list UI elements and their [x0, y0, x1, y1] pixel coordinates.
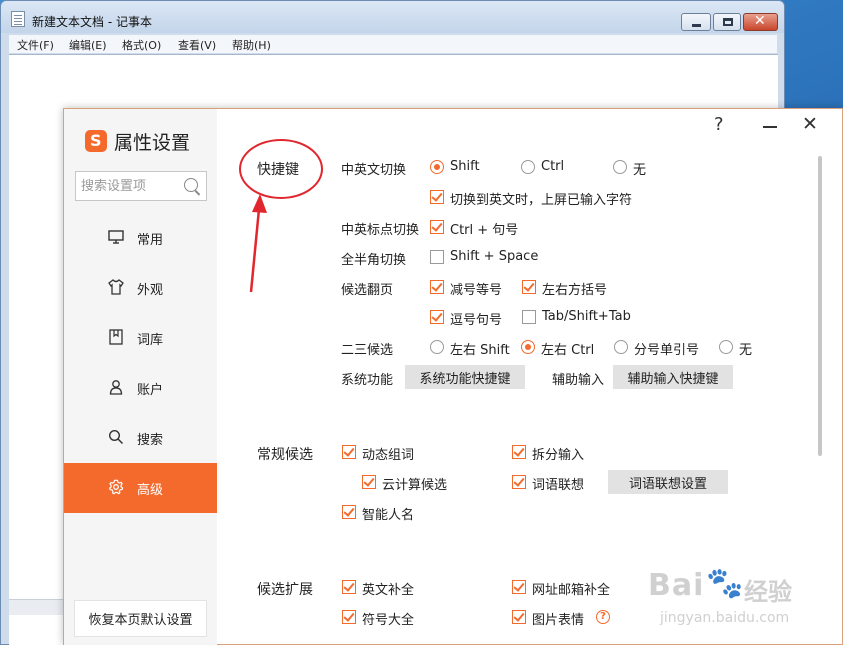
book-icon	[109, 329, 123, 345]
radio-selected-icon	[521, 340, 535, 354]
checkbox-checked-icon	[362, 475, 376, 489]
watermark-brand-suffix: 经验	[744, 578, 792, 606]
search-icon	[108, 429, 124, 445]
radio-icon	[719, 340, 733, 354]
sogou-logo-icon: S	[85, 130, 107, 152]
minimize-button[interactable]	[681, 13, 711, 31]
watermark-url: jingyan.baidu.com	[660, 610, 790, 626]
width-switch-label: 全半角切换	[341, 253, 407, 268]
system-func-shortcut-button[interactable]: 系统功能快捷键	[405, 365, 525, 389]
checkbox-checked-icon	[430, 220, 444, 234]
sidebar-item-account[interactable]: 账户	[64, 363, 217, 413]
settings-sidebar: S 属性设置 常用 外观 词库 账户 搜索 高级 恢复本	[64, 109, 217, 645]
second-third-label: 二三候选	[341, 343, 394, 358]
notepad-titlebar[interactable]: 新建文本文档 - 记事本 ✕	[1, 1, 784, 33]
radio-icon	[430, 340, 444, 354]
help-circle-icon[interactable]: ?	[596, 610, 610, 624]
section-title-general-candidates: 常规候选	[257, 447, 313, 463]
word-association-settings-button[interactable]: 词语联想设置	[608, 470, 728, 494]
menu-view[interactable]: 查看(V)	[178, 37, 216, 53]
checkbox-checked-icon	[512, 445, 526, 459]
radio-icon	[614, 340, 628, 354]
checkbox-checked-icon	[430, 280, 444, 294]
sidebar-item-label: 搜索	[137, 433, 164, 448]
sidebar-item-label: 高级	[137, 483, 164, 498]
menu-help[interactable]: 帮助(H)	[232, 37, 271, 53]
sidebar-item-search[interactable]: 搜索	[64, 413, 217, 463]
assist-input-shortcut-button[interactable]: 辅助输入快捷键	[613, 365, 733, 389]
search-icon[interactable]	[184, 178, 198, 192]
settings-dialog: S 属性设置 常用 外观 词库 账户 搜索 高级 恢复本	[63, 108, 843, 645]
assist-input-label: 辅助输入	[552, 373, 605, 388]
sidebar-item-common[interactable]: 常用	[64, 213, 217, 263]
sidebar-item-label: 词库	[137, 333, 164, 348]
sidebar-item-label: 外观	[137, 283, 164, 298]
notepad-icon	[11, 11, 25, 27]
checkbox-checked-icon	[430, 310, 444, 324]
notepad-horizontal-scrollbar[interactable]	[9, 599, 69, 615]
checkbox-checked-icon	[342, 610, 356, 624]
dialog-scrollbar[interactable]	[818, 156, 822, 456]
sidebar-item-dictionary[interactable]: 词库	[64, 313, 217, 363]
maximize-button[interactable]	[713, 13, 741, 31]
radio-icon	[613, 160, 627, 174]
checkbox-checked-icon	[512, 610, 526, 624]
sidebar-item-appearance[interactable]: 外观	[64, 263, 217, 313]
section-title-candidate-extension: 候选扩展	[257, 582, 313, 598]
paw-icon: 🐾	[706, 566, 744, 601]
checkbox-checked-icon	[512, 580, 526, 594]
sidebar-item-label: 常用	[137, 233, 164, 248]
radio-selected-icon	[430, 160, 444, 174]
notepad-menubar: 文件(F) 编辑(E) 格式(O) 查看(V) 帮助(H)	[9, 35, 777, 53]
watermark-brand: Bai	[648, 568, 705, 603]
menu-edit[interactable]: 编辑(E)	[69, 37, 107, 53]
sidebar-item-advanced[interactable]: 高级	[64, 463, 217, 513]
gear-icon	[108, 479, 124, 495]
search-input[interactable]	[81, 177, 179, 195]
radio-icon	[521, 160, 535, 174]
checkbox-icon	[522, 310, 536, 324]
annotation-arrow	[249, 194, 267, 293]
close-button[interactable]: ✕	[743, 13, 778, 31]
checkbox-icon	[430, 250, 444, 264]
user-icon	[109, 380, 123, 395]
section-title-shortcuts: 快捷键	[257, 162, 299, 178]
checkbox-checked-icon	[342, 580, 356, 594]
checkbox-checked-icon	[522, 280, 536, 294]
checkbox-checked-icon	[430, 190, 444, 204]
punct-switch-label: 中英标点切换	[341, 223, 420, 238]
cn-en-switch-label: 中英文切换	[341, 163, 407, 178]
shirt-icon	[108, 279, 124, 295]
maximize-icon	[723, 18, 733, 26]
sidebar-item-label: 账户	[137, 383, 164, 398]
notepad-title: 新建文本文档 - 记事本	[32, 15, 152, 29]
close-icon: ✕	[754, 13, 766, 29]
page-turn-label: 候选翻页	[341, 283, 394, 298]
checkbox-checked-icon	[342, 445, 356, 459]
monitor-icon	[108, 230, 124, 244]
checkbox-checked-icon	[342, 505, 356, 519]
advanced-settings-content: 快捷键 中英文切换 Shift Ctrl 无 切换到英文时，上屏已输入字符 中英…	[217, 109, 817, 645]
checkbox-checked-icon	[512, 475, 526, 489]
baidu-watermark: Bai 🐾 经验 jingyan.baidu.com	[648, 566, 843, 645]
restore-defaults-button[interactable]: 恢复本页默认设置	[74, 600, 207, 637]
menu-format[interactable]: 格式(O)	[122, 37, 161, 53]
menu-file[interactable]: 文件(F)	[17, 37, 54, 53]
search-box[interactable]	[75, 171, 207, 201]
minimize-icon	[692, 24, 701, 27]
settings-title: 属性设置	[114, 132, 191, 154]
system-func-label: 系统功能	[341, 373, 394, 388]
